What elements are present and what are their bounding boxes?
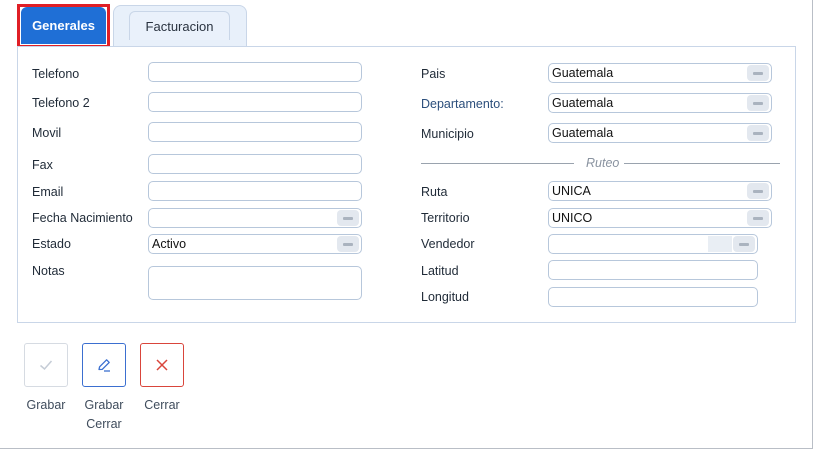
check-icon (40, 360, 53, 371)
pencil-icon (98, 359, 110, 372)
fecha-nacimiento-picker[interactable] (148, 208, 362, 228)
departamento-value: Guatemala (552, 96, 614, 110)
municipio-value: Guatemala (552, 126, 614, 140)
longitud-input[interactable] (548, 287, 758, 307)
grabar-button[interactable] (24, 343, 68, 387)
territorio-label: Territorio (421, 211, 470, 225)
grabar-cerrar-label-line1: Grabar (84, 398, 124, 412)
tab-generales-label: Generales (32, 18, 95, 33)
cerrar-label: Cerrar (144, 398, 180, 412)
grabar-cerrar-button[interactable] (82, 343, 126, 387)
chevron-down-icon[interactable] (337, 236, 359, 252)
fecha-nacimiento-label: Fecha Nacimiento (32, 211, 133, 225)
notas-label: Notas (32, 264, 65, 278)
ruta-value: UNICA (552, 184, 591, 198)
telefono-input[interactable] (148, 62, 362, 82)
fax-input[interactable] (148, 154, 362, 174)
municipio-select[interactable]: Guatemala (548, 123, 772, 143)
pais-value: Guatemala (552, 66, 614, 80)
ruta-select[interactable]: UNICA (548, 181, 772, 201)
tab-facturacion[interactable]: Facturacion (129, 11, 230, 40)
latitud-input[interactable] (548, 260, 758, 280)
chevron-down-icon[interactable] (747, 65, 769, 81)
tab-generales[interactable]: Generales (21, 7, 106, 44)
ruteo-section-title: Ruteo (586, 156, 620, 170)
cerrar-button[interactable] (140, 343, 184, 387)
close-icon (156, 359, 168, 371)
clear-icon[interactable] (708, 236, 732, 252)
territorio-select[interactable]: UNICO (548, 208, 772, 228)
chevron-down-icon[interactable] (733, 236, 755, 252)
ruteo-divider-left (421, 163, 574, 164)
territorio-value: UNICO (552, 211, 593, 225)
calendar-dropdown-icon[interactable] (337, 210, 359, 226)
departamento-label: Departamento: (421, 97, 504, 111)
municipio-label: Municipio (421, 127, 474, 141)
chevron-down-icon[interactable] (747, 183, 769, 199)
tab-facturacion-label: Facturacion (145, 18, 214, 34)
ruteo-divider-right (624, 163, 780, 164)
notas-textarea[interactable] (148, 266, 362, 300)
estado-select[interactable]: Activo (148, 234, 362, 254)
longitud-label: Longitud (421, 290, 469, 304)
latitud-label: Latitud (421, 264, 459, 278)
chevron-down-icon[interactable] (747, 95, 769, 111)
email-label: Email (32, 185, 64, 199)
chevron-down-icon[interactable] (747, 210, 769, 226)
telefono2-label: Telefono 2 (32, 96, 90, 110)
estado-value: Activo (152, 237, 187, 251)
telefono-label: Telefono (32, 67, 80, 81)
pais-label: Pais (421, 67, 446, 81)
pais-select[interactable]: Guatemala (548, 63, 772, 83)
grabar-label: Grabar (26, 398, 66, 412)
email-input[interactable] (148, 181, 362, 201)
movil-label: Movil (32, 126, 62, 140)
ruta-label: Ruta (421, 185, 448, 199)
vendedor-select[interactable] (548, 234, 758, 254)
departamento-select[interactable]: Guatemala (548, 93, 772, 113)
vendedor-label: Vendedor (421, 237, 475, 251)
grabar-cerrar-label-line2: Cerrar (86, 417, 122, 431)
movil-input[interactable] (148, 122, 362, 142)
telefono2-input[interactable] (148, 92, 362, 112)
estado-label: Estado (32, 237, 71, 251)
fax-label: Fax (32, 158, 53, 172)
chevron-down-icon[interactable] (747, 125, 769, 141)
